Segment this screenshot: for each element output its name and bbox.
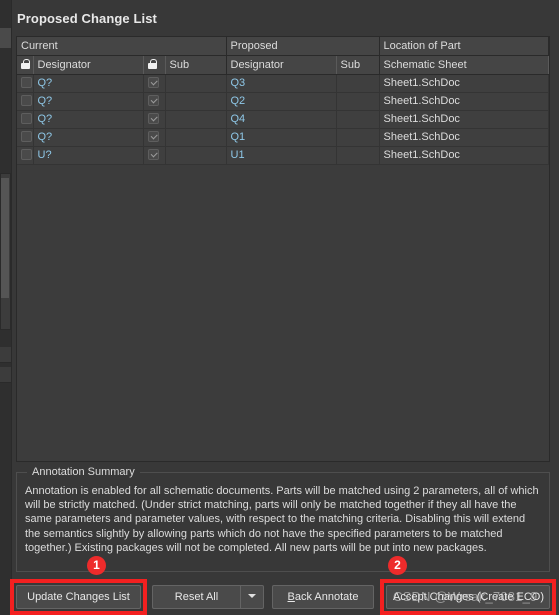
- row-select-checkbox-cell[interactable]: [17, 92, 34, 111]
- proposed-designator-header[interactable]: Designator: [226, 55, 337, 75]
- cell-proposed-designator[interactable]: Q2: [226, 92, 337, 111]
- cell-current-sub[interactable]: [165, 128, 227, 147]
- current-sub-checkbox[interactable]: [147, 149, 159, 160]
- cell-location-schematic-sheet[interactable]: Sheet1.SchDoc: [379, 92, 549, 111]
- row-select-checkbox[interactable]: [21, 149, 32, 160]
- accept-changes-button[interactable]: Accept Changes (Create ECO): [386, 585, 550, 609]
- current-sub-lock-header[interactable]: [143, 55, 166, 75]
- cell-current-sub[interactable]: [165, 110, 227, 129]
- reset-all-button[interactable]: Reset All: [152, 585, 240, 609]
- table-row[interactable]: Q? Q2 Sheet1.SchDoc: [17, 92, 549, 111]
- cell-location-schematic-sheet[interactable]: Sheet1.SchDoc: [379, 110, 549, 129]
- left-panel-tab[interactable]: [0, 28, 11, 48]
- change-list-rows: Q? Q3 Sheet1.SchDoc Q? Q2 Sheet1.SchDoc Q? Q4 Sh…: [17, 74, 549, 165]
- current-lock-header[interactable]: [17, 55, 34, 75]
- cell-current-designator[interactable]: Q?: [33, 92, 144, 111]
- page-title: Proposed Change List: [17, 11, 157, 26]
- left-panel-scrollbar[interactable]: [1, 178, 9, 298]
- table-row[interactable]: U? U1 Sheet1.SchDoc: [17, 146, 549, 165]
- chevron-down-icon: [248, 594, 256, 598]
- current-sub-checkbox[interactable]: [147, 113, 159, 124]
- annotation-badge-1: 1: [87, 556, 106, 575]
- cell-proposed-designator[interactable]: Q4: [226, 110, 337, 129]
- current-sub-checkbox[interactable]: [147, 131, 159, 142]
- group-header-proposed: Proposed: [226, 37, 380, 56]
- current-designator-header[interactable]: Designator: [33, 55, 144, 75]
- cell-location-schematic-sheet[interactable]: Sheet1.SchDoc: [379, 74, 549, 93]
- cell-proposed-sub[interactable]: [336, 74, 380, 93]
- row-select-checkbox[interactable]: [21, 95, 32, 106]
- reset-all-dropdown-button[interactable]: [240, 585, 264, 609]
- row-select-checkbox-cell[interactable]: [17, 110, 34, 129]
- current-sub-checkbox[interactable]: [147, 77, 159, 88]
- update-changes-list-button[interactable]: Update Changes List: [16, 585, 141, 609]
- annotation-summary-text: Annotation is enabled for all schematic …: [25, 485, 539, 554]
- group-header-location: Location of Part: [379, 37, 549, 56]
- cell-current-designator[interactable]: Q?: [33, 128, 144, 147]
- cell-proposed-designator[interactable]: Q3: [226, 74, 337, 93]
- table-group-header-row: Current Proposed Location of Part: [17, 37, 549, 56]
- cell-current-designator[interactable]: Q?: [33, 74, 144, 93]
- cell-proposed-sub[interactable]: [336, 110, 380, 129]
- current-sub-header[interactable]: Sub: [165, 55, 227, 75]
- table-sub-header-row: Designator Sub Designator Sub Schematic …: [17, 55, 549, 75]
- current-sub-checkbox-cell[interactable]: [143, 146, 166, 165]
- group-header-current: Current: [17, 37, 227, 56]
- current-sub-checkbox-cell[interactable]: [143, 110, 166, 129]
- back-annotate-label-rest: ack Annotate: [294, 591, 359, 603]
- row-select-checkbox[interactable]: [21, 113, 32, 124]
- cell-proposed-designator[interactable]: Q1: [226, 128, 337, 147]
- cell-current-sub[interactable]: [165, 146, 227, 165]
- cell-current-sub[interactable]: [165, 92, 227, 111]
- row-select-checkbox-cell[interactable]: [17, 146, 34, 165]
- change-list-table: Current Proposed Location of Part Design…: [17, 37, 549, 165]
- cell-proposed-designator[interactable]: U1: [226, 146, 337, 165]
- row-select-checkbox[interactable]: [21, 131, 32, 142]
- location-schematic-sheet-header[interactable]: Schematic Sheet: [379, 55, 549, 75]
- table-row[interactable]: Q? Q1 Sheet1.SchDoc: [17, 128, 549, 147]
- table-row[interactable]: Q? Q3 Sheet1.SchDoc: [17, 74, 549, 93]
- row-select-checkbox-cell[interactable]: [17, 128, 34, 147]
- cell-current-sub[interactable]: [165, 74, 227, 93]
- annotation-badge-2: 2: [388, 556, 407, 575]
- back-annotate-accel-letter: B: [287, 591, 295, 603]
- cell-current-designator[interactable]: Q?: [33, 110, 144, 129]
- lock-icon: [147, 59, 157, 69]
- table-row[interactable]: Q? Q4 Sheet1.SchDoc: [17, 110, 549, 129]
- row-select-checkbox[interactable]: [21, 77, 32, 88]
- cell-proposed-sub[interactable]: [336, 146, 380, 165]
- proposed-change-list-panel: Current Proposed Location of Part Design…: [16, 36, 550, 462]
- cell-proposed-sub[interactable]: [336, 92, 380, 111]
- left-panel-row[interactable]: [0, 347, 11, 363]
- current-sub-checkbox-cell[interactable]: [143, 128, 166, 147]
- back-annotate-button[interactable]: Back Annotate: [272, 585, 374, 609]
- annotation-summary-legend: Annotation Summary: [27, 466, 140, 478]
- cell-current-designator[interactable]: U?: [33, 146, 144, 165]
- cell-proposed-sub[interactable]: [336, 128, 380, 147]
- left-panel-row[interactable]: [0, 367, 11, 383]
- cell-location-schematic-sheet[interactable]: Sheet1.SchDoc: [379, 128, 549, 147]
- lock-icon: [21, 59, 30, 69]
- current-sub-checkbox-cell[interactable]: [143, 74, 166, 93]
- row-select-checkbox-cell[interactable]: [17, 74, 34, 93]
- cell-location-schematic-sheet[interactable]: Sheet1.SchDoc: [379, 146, 549, 165]
- current-sub-checkbox-cell[interactable]: [143, 92, 166, 111]
- proposed-sub-header[interactable]: Sub: [336, 55, 380, 75]
- current-sub-checkbox[interactable]: [147, 95, 159, 106]
